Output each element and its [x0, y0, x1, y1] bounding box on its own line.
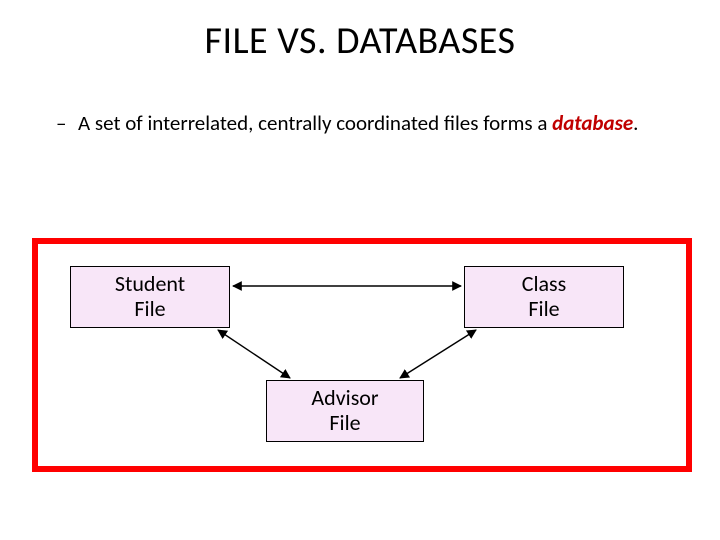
bullet-marker: –: [56, 110, 66, 136]
box-advisor-line1: Advisor: [267, 385, 423, 410]
box-student-line2: File: [71, 296, 229, 321]
slide-title: FILE VS. DATABASES: [0, 18, 720, 64]
box-class-file: Class File: [464, 266, 624, 328]
box-class-line1: Class: [465, 271, 623, 296]
box-student-file: Student File: [70, 266, 230, 328]
bullet-trail: .: [633, 110, 638, 136]
box-class-line2: File: [465, 296, 623, 321]
box-student-line1: Student: [71, 271, 229, 296]
bullet-keyword: database: [552, 110, 633, 136]
slide: FILE VS. DATABASES – A set of interrelat…: [0, 0, 720, 540]
bullet-text-lead: A set of interrelated, centrally coordin…: [78, 110, 547, 136]
bullet-item: – A set of interrelated, centrally coord…: [78, 110, 668, 136]
box-advisor-file: Advisor File: [266, 380, 424, 442]
box-advisor-line2: File: [267, 410, 423, 435]
